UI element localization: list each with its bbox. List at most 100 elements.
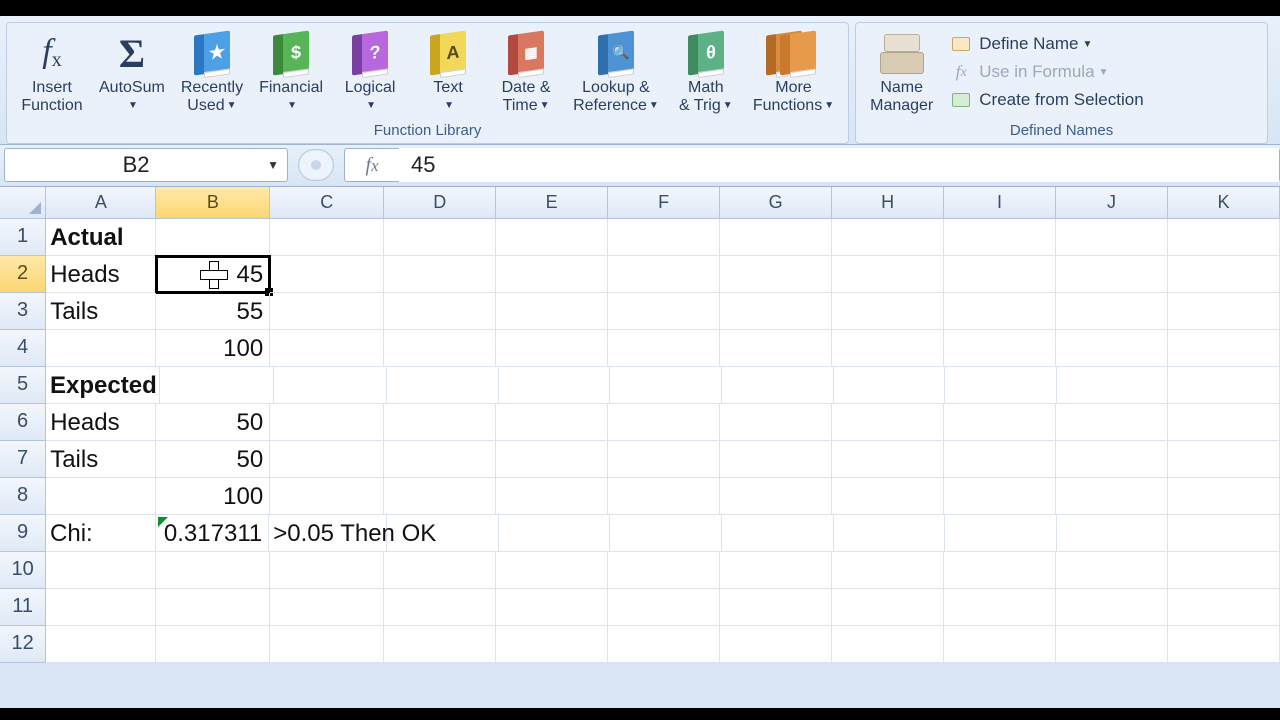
- cell[interactable]: [945, 367, 1057, 404]
- cell[interactable]: [496, 478, 608, 515]
- cell[interactable]: [832, 404, 944, 441]
- cell[interactable]: 100: [156, 478, 270, 515]
- column-header[interactable]: G: [720, 187, 832, 219]
- cell[interactable]: [608, 441, 720, 478]
- cell[interactable]: [1168, 626, 1280, 663]
- lookup-reference-button[interactable]: 🔍 Lookup &Reference▼: [565, 27, 667, 118]
- cell[interactable]: [832, 478, 944, 515]
- cell[interactable]: [1056, 589, 1168, 626]
- cell[interactable]: [384, 219, 496, 256]
- more-functions-button[interactable]: MoreFunctions▼: [745, 27, 842, 118]
- cell[interactable]: [1168, 404, 1280, 441]
- column-header[interactable]: I: [944, 187, 1056, 219]
- cell[interactable]: [46, 330, 156, 367]
- cell[interactable]: [156, 552, 270, 589]
- cell[interactable]: Chi:: [46, 515, 156, 552]
- cell[interactable]: [384, 404, 496, 441]
- cell[interactable]: [499, 367, 611, 404]
- cell[interactable]: [384, 478, 496, 515]
- cell[interactable]: [496, 256, 608, 293]
- column-header[interactable]: B: [156, 187, 270, 219]
- row-header[interactable]: 10: [0, 552, 46, 589]
- cell[interactable]: [384, 589, 496, 626]
- cell[interactable]: [608, 626, 720, 663]
- cell[interactable]: [156, 219, 270, 256]
- row-header[interactable]: 7: [0, 441, 46, 478]
- cell[interactable]: [722, 367, 834, 404]
- cell[interactable]: [1056, 441, 1168, 478]
- cell[interactable]: [46, 478, 156, 515]
- cell[interactable]: [945, 515, 1057, 552]
- cell[interactable]: [608, 404, 720, 441]
- row-header[interactable]: 9: [0, 515, 46, 552]
- cell[interactable]: [1056, 293, 1168, 330]
- cell[interactable]: [384, 626, 496, 663]
- cell[interactable]: [720, 256, 832, 293]
- cell[interactable]: Tails: [46, 441, 156, 478]
- cell[interactable]: [1056, 256, 1168, 293]
- cell[interactable]: [156, 626, 270, 663]
- text-button[interactable]: A Text▼: [409, 27, 487, 118]
- name-manager-button[interactable]: NameManager: [862, 27, 941, 118]
- cell[interactable]: [384, 552, 496, 589]
- create-from-selection-button[interactable]: Create from Selection: [945, 86, 1149, 114]
- cell[interactable]: [1168, 478, 1280, 515]
- cell[interactable]: [944, 478, 1056, 515]
- cell[interactable]: [46, 589, 156, 626]
- cell[interactable]: [1056, 330, 1168, 367]
- row-header[interactable]: 1: [0, 219, 46, 256]
- math-trig-button[interactable]: θ Math& Trig▼: [667, 27, 745, 118]
- cell[interactable]: 55: [156, 293, 270, 330]
- cell[interactable]: Tails: [46, 293, 156, 330]
- cell[interactable]: [610, 515, 722, 552]
- cell[interactable]: [832, 552, 944, 589]
- row-header[interactable]: 2: [0, 256, 46, 293]
- cell[interactable]: [720, 478, 832, 515]
- cell[interactable]: [834, 515, 946, 552]
- cell[interactable]: [720, 552, 832, 589]
- cell[interactable]: [1056, 219, 1168, 256]
- cell[interactable]: [499, 515, 611, 552]
- cell[interactable]: [384, 256, 496, 293]
- cell[interactable]: [270, 404, 384, 441]
- row-header[interactable]: 8: [0, 478, 46, 515]
- cell[interactable]: [944, 256, 1056, 293]
- cell[interactable]: [1168, 367, 1280, 404]
- cell[interactable]: [832, 441, 944, 478]
- cell[interactable]: [1056, 478, 1168, 515]
- cell[interactable]: [944, 626, 1056, 663]
- select-all-corner[interactable]: [0, 187, 46, 219]
- column-header[interactable]: K: [1168, 187, 1280, 219]
- cell[interactable]: [270, 256, 384, 293]
- cell[interactable]: [944, 404, 1056, 441]
- cell[interactable]: [387, 367, 499, 404]
- cell[interactable]: [270, 441, 384, 478]
- cell[interactable]: [46, 626, 156, 663]
- cell[interactable]: [944, 441, 1056, 478]
- insert-function-fx-button[interactable]: fx: [345, 154, 399, 177]
- cell[interactable]: [1168, 256, 1280, 293]
- cell[interactable]: [832, 330, 944, 367]
- cell[interactable]: [832, 626, 944, 663]
- cell[interactable]: [1168, 441, 1280, 478]
- logical-button[interactable]: ? Logical▼: [331, 27, 409, 118]
- cell[interactable]: 100: [156, 330, 270, 367]
- financial-button[interactable]: $ Financial▼: [251, 27, 331, 118]
- cell[interactable]: [496, 626, 608, 663]
- cell[interactable]: [832, 256, 944, 293]
- cell[interactable]: [496, 404, 608, 441]
- name-box-dropdown-icon[interactable]: ▼: [267, 158, 279, 172]
- cell[interactable]: [720, 219, 832, 256]
- use-in-formula-button[interactable]: fx Use in Formula ▼: [945, 58, 1149, 86]
- date-time-button[interactable]: ▦ Date &Time▼: [487, 27, 565, 118]
- cell[interactable]: [1168, 219, 1280, 256]
- cell[interactable]: [496, 219, 608, 256]
- row-header[interactable]: 12: [0, 626, 46, 663]
- column-header[interactable]: C: [270, 187, 384, 219]
- cell[interactable]: Heads: [46, 404, 156, 441]
- name-box[interactable]: B2 ▼: [4, 148, 288, 182]
- cell[interactable]: >0.05 Then OK: [269, 515, 387, 552]
- cell[interactable]: [608, 219, 720, 256]
- recently-used-button[interactable]: ★ RecentlyUsed▼: [173, 27, 251, 118]
- cell[interactable]: [1057, 515, 1169, 552]
